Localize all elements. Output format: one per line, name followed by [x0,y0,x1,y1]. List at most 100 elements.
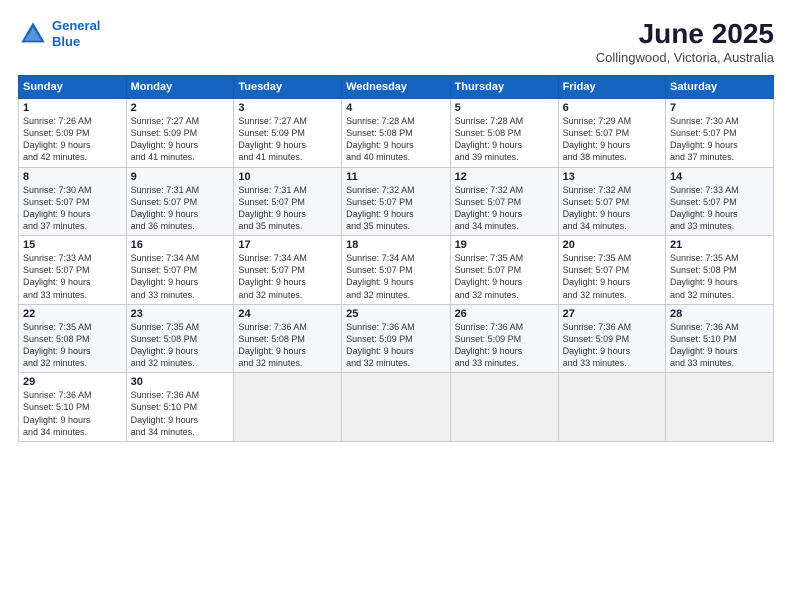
day-cell: 3Sunrise: 7:27 AM Sunset: 5:09 PM Daylig… [234,99,342,168]
day-cell: 14Sunrise: 7:33 AM Sunset: 5:07 PM Dayli… [666,167,774,236]
day-number: 17 [238,239,337,251]
day-info: Sunrise: 7:35 AM Sunset: 5:07 PM Dayligh… [455,252,554,301]
day-info: Sunrise: 7:31 AM Sunset: 5:07 PM Dayligh… [238,184,337,233]
day-number: 7 [670,102,769,114]
day-cell: 19Sunrise: 7:35 AM Sunset: 5:07 PM Dayli… [450,236,558,305]
logo-text: General Blue [52,18,100,49]
weekday-friday: Friday [558,76,665,99]
day-info: Sunrise: 7:30 AM Sunset: 5:07 PM Dayligh… [23,184,122,233]
day-number: 5 [455,102,554,114]
day-cell: 7Sunrise: 7:30 AM Sunset: 5:07 PM Daylig… [666,99,774,168]
day-info: Sunrise: 7:27 AM Sunset: 5:09 PM Dayligh… [238,115,337,164]
day-number: 11 [346,171,445,183]
day-number: 25 [346,308,445,320]
logo-icon [18,19,48,49]
day-info: Sunrise: 7:35 AM Sunset: 5:08 PM Dayligh… [131,321,230,370]
week-row-3: 15Sunrise: 7:33 AM Sunset: 5:07 PM Dayli… [19,236,774,305]
day-info: Sunrise: 7:36 AM Sunset: 5:09 PM Dayligh… [455,321,554,370]
day-number: 20 [563,239,661,251]
day-number: 13 [563,171,661,183]
day-cell: 8Sunrise: 7:30 AM Sunset: 5:07 PM Daylig… [19,167,127,236]
day-number: 3 [238,102,337,114]
day-cell: 2Sunrise: 7:27 AM Sunset: 5:09 PM Daylig… [126,99,234,168]
day-info: Sunrise: 7:36 AM Sunset: 5:10 PM Dayligh… [131,389,230,438]
day-number: 29 [23,376,122,388]
day-info: Sunrise: 7:34 AM Sunset: 5:07 PM Dayligh… [346,252,445,301]
calendar: SundayMondayTuesdayWednesdayThursdayFrid… [18,75,774,442]
day-cell [666,373,774,442]
logo-line2: Blue [52,34,80,49]
day-cell [450,373,558,442]
day-number: 6 [563,102,661,114]
day-number: 30 [131,376,230,388]
day-info: Sunrise: 7:35 AM Sunset: 5:08 PM Dayligh… [670,252,769,301]
day-info: Sunrise: 7:36 AM Sunset: 5:08 PM Dayligh… [238,321,337,370]
day-cell: 18Sunrise: 7:34 AM Sunset: 5:07 PM Dayli… [342,236,450,305]
day-number: 19 [455,239,554,251]
day-info: Sunrise: 7:36 AM Sunset: 5:09 PM Dayligh… [346,321,445,370]
weekday-monday: Monday [126,76,234,99]
day-info: Sunrise: 7:27 AM Sunset: 5:09 PM Dayligh… [131,115,230,164]
page: General Blue June 2025 Collingwood, Vict… [0,0,792,612]
weekday-thursday: Thursday [450,76,558,99]
day-info: Sunrise: 7:33 AM Sunset: 5:07 PM Dayligh… [670,184,769,233]
day-number: 1 [23,102,122,114]
day-number: 16 [131,239,230,251]
calendar-body: 1Sunrise: 7:26 AM Sunset: 5:09 PM Daylig… [19,99,774,442]
subtitle: Collingwood, Victoria, Australia [596,50,774,65]
month-title: June 2025 [596,18,774,50]
day-cell: 16Sunrise: 7:34 AM Sunset: 5:07 PM Dayli… [126,236,234,305]
day-info: Sunrise: 7:30 AM Sunset: 5:07 PM Dayligh… [670,115,769,164]
day-number: 14 [670,171,769,183]
weekday-sunday: Sunday [19,76,127,99]
day-cell: 24Sunrise: 7:36 AM Sunset: 5:08 PM Dayli… [234,304,342,373]
day-info: Sunrise: 7:31 AM Sunset: 5:07 PM Dayligh… [131,184,230,233]
day-info: Sunrise: 7:32 AM Sunset: 5:07 PM Dayligh… [455,184,554,233]
day-cell: 22Sunrise: 7:35 AM Sunset: 5:08 PM Dayli… [19,304,127,373]
logo: General Blue [18,18,100,49]
day-number: 9 [131,171,230,183]
day-info: Sunrise: 7:29 AM Sunset: 5:07 PM Dayligh… [563,115,661,164]
day-cell: 5Sunrise: 7:28 AM Sunset: 5:08 PM Daylig… [450,99,558,168]
day-cell: 1Sunrise: 7:26 AM Sunset: 5:09 PM Daylig… [19,99,127,168]
day-cell: 23Sunrise: 7:35 AM Sunset: 5:08 PM Dayli… [126,304,234,373]
day-number: 22 [23,308,122,320]
day-cell: 15Sunrise: 7:33 AM Sunset: 5:07 PM Dayli… [19,236,127,305]
day-number: 26 [455,308,554,320]
day-cell: 10Sunrise: 7:31 AM Sunset: 5:07 PM Dayli… [234,167,342,236]
day-number: 2 [131,102,230,114]
day-number: 18 [346,239,445,251]
calendar-header: SundayMondayTuesdayWednesdayThursdayFrid… [19,76,774,99]
day-cell: 28Sunrise: 7:36 AM Sunset: 5:10 PM Dayli… [666,304,774,373]
day-number: 15 [23,239,122,251]
day-number: 27 [563,308,661,320]
day-number: 28 [670,308,769,320]
day-cell: 6Sunrise: 7:29 AM Sunset: 5:07 PM Daylig… [558,99,665,168]
day-info: Sunrise: 7:33 AM Sunset: 5:07 PM Dayligh… [23,252,122,301]
day-cell [342,373,450,442]
day-info: Sunrise: 7:35 AM Sunset: 5:08 PM Dayligh… [23,321,122,370]
day-cell [234,373,342,442]
logo-line1: General [52,18,100,33]
weekday-tuesday: Tuesday [234,76,342,99]
day-number: 10 [238,171,337,183]
day-info: Sunrise: 7:28 AM Sunset: 5:08 PM Dayligh… [346,115,445,164]
day-cell [558,373,665,442]
day-info: Sunrise: 7:35 AM Sunset: 5:07 PM Dayligh… [563,252,661,301]
day-cell: 29Sunrise: 7:36 AM Sunset: 5:10 PM Dayli… [19,373,127,442]
week-row-2: 8Sunrise: 7:30 AM Sunset: 5:07 PM Daylig… [19,167,774,236]
day-cell: 11Sunrise: 7:32 AM Sunset: 5:07 PM Dayli… [342,167,450,236]
week-row-1: 1Sunrise: 7:26 AM Sunset: 5:09 PM Daylig… [19,99,774,168]
day-cell: 12Sunrise: 7:32 AM Sunset: 5:07 PM Dayli… [450,167,558,236]
day-cell: 4Sunrise: 7:28 AM Sunset: 5:08 PM Daylig… [342,99,450,168]
day-cell: 17Sunrise: 7:34 AM Sunset: 5:07 PM Dayli… [234,236,342,305]
day-number: 21 [670,239,769,251]
week-row-4: 22Sunrise: 7:35 AM Sunset: 5:08 PM Dayli… [19,304,774,373]
day-cell: 26Sunrise: 7:36 AM Sunset: 5:09 PM Dayli… [450,304,558,373]
day-cell: 27Sunrise: 7:36 AM Sunset: 5:09 PM Dayli… [558,304,665,373]
weekday-wednesday: Wednesday [342,76,450,99]
weekday-row: SundayMondayTuesdayWednesdayThursdayFrid… [19,76,774,99]
weekday-saturday: Saturday [666,76,774,99]
day-cell: 25Sunrise: 7:36 AM Sunset: 5:09 PM Dayli… [342,304,450,373]
day-number: 23 [131,308,230,320]
